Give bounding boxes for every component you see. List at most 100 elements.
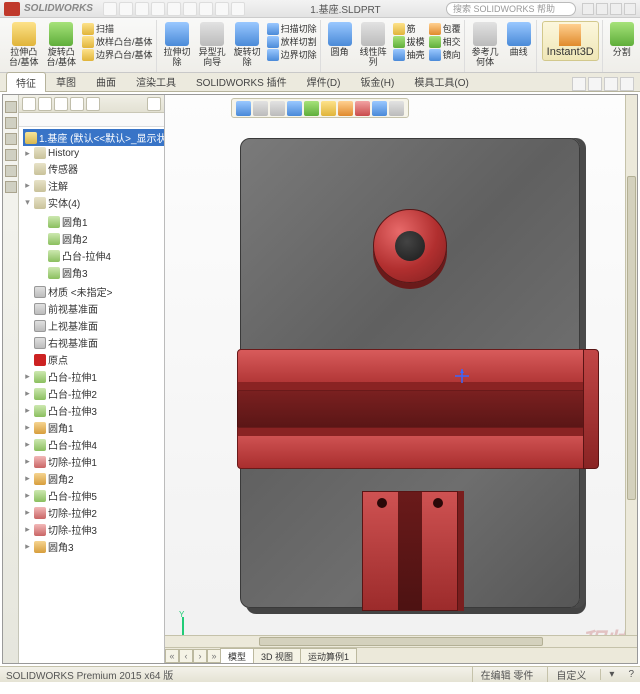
tree-sensors-node[interactable]: 传感器 bbox=[23, 160, 164, 177]
section-view-icon[interactable] bbox=[287, 101, 302, 116]
status-help-icon[interactable]: ? bbox=[628, 669, 634, 680]
display-style-icon[interactable] bbox=[321, 101, 336, 116]
tree-body-item[interactable]: 凸台-拉伸4 bbox=[37, 247, 164, 264]
qat-undo-icon[interactable] bbox=[167, 2, 181, 16]
qat-rebuild-icon[interactable] bbox=[199, 2, 213, 16]
tile-windows-icon[interactable] bbox=[572, 77, 586, 91]
cmd-tab-4[interactable]: SOLIDWORKS 插件 bbox=[186, 71, 297, 91]
tree-feature-node[interactable]: ▸圆角1 bbox=[23, 419, 164, 436]
manager-pane-dropdown-icon[interactable] bbox=[147, 97, 161, 111]
linear-pattern-button[interactable]: 线性阵 列 bbox=[358, 21, 389, 68]
revolve-cut-button[interactable]: 旋转切 除 bbox=[232, 21, 263, 68]
curves-button[interactable]: 曲线 bbox=[505, 21, 533, 68]
tree-plane-right[interactable]: 右视基准面 bbox=[23, 334, 164, 351]
graphics-viewport[interactable]: Y X Z 程帅 « ‹ › » 模型3D 视图运动算例1 bbox=[165, 95, 637, 663]
scrollbar-thumb[interactable] bbox=[259, 637, 542, 646]
hide-show-icon[interactable] bbox=[338, 101, 353, 116]
split-button[interactable]: 分割 bbox=[608, 21, 636, 68]
qat-print-icon[interactable] bbox=[151, 2, 165, 16]
cmd-tab-7[interactable]: 模具工具(O) bbox=[404, 71, 478, 91]
close-doc-icon[interactable] bbox=[620, 77, 634, 91]
scrollbar-thumb[interactable] bbox=[627, 176, 636, 500]
collapse-ribbon-icon[interactable] bbox=[604, 77, 618, 91]
tree-annotations-node[interactable]: ▸注解 bbox=[23, 177, 164, 194]
revolve-boss-button[interactable]: 旋转凸 台/基体 bbox=[45, 21, 79, 68]
tree-feature-node[interactable]: ▸圆角2 bbox=[23, 470, 164, 487]
tree-feature-node[interactable]: ▸凸台-拉伸2 bbox=[23, 385, 164, 402]
extrude-boss-button[interactable]: 拉伸凸 台/基体 bbox=[7, 21, 41, 68]
close-icon[interactable] bbox=[624, 3, 636, 15]
sweep-cut-button[interactable]: 扫描切除 bbox=[267, 23, 317, 35]
instant3d-toggle[interactable]: Instant3D bbox=[542, 21, 599, 61]
taskpane-resources-icon[interactable] bbox=[5, 101, 17, 113]
rib-button[interactable]: 筋 bbox=[393, 23, 425, 35]
tree-feature-node[interactable]: ▸切除-拉伸1 bbox=[23, 453, 164, 470]
taskpane-design-library-icon[interactable] bbox=[5, 117, 17, 129]
tree-filter-bar[interactable] bbox=[19, 113, 164, 127]
previous-view-icon[interactable] bbox=[270, 101, 285, 116]
feature-manager-tab-icon[interactable] bbox=[22, 97, 36, 111]
tab-nav-first-icon[interactable]: « bbox=[165, 649, 179, 663]
minimize-icon[interactable] bbox=[596, 3, 608, 15]
tree-body-item[interactable]: 圆角2 bbox=[37, 230, 164, 247]
sweep-button[interactable]: 扫描 bbox=[82, 23, 153, 35]
edit-appearance-icon[interactable] bbox=[355, 101, 370, 116]
tree-feature-node[interactable]: ▸凸台-拉伸1 bbox=[23, 368, 164, 385]
viewport-tab-2[interactable]: 运动算例1 bbox=[300, 648, 357, 664]
viewport-tab-0[interactable]: 模型 bbox=[220, 648, 254, 664]
zoom-fit-icon[interactable] bbox=[236, 101, 251, 116]
tree-bodies-node[interactable]: ▾实体(4) bbox=[23, 194, 164, 211]
shell-button[interactable]: 抽壳 bbox=[393, 49, 425, 61]
cmd-tab-5[interactable]: 焊件(D) bbox=[297, 71, 351, 91]
intersect-button[interactable]: 相交 bbox=[429, 36, 461, 48]
horizontal-scrollbar[interactable] bbox=[165, 635, 637, 647]
tree-root-node[interactable]: 1.基座 (默认<<默认>_显示状态 1 bbox=[23, 129, 164, 146]
qat-save-icon[interactable] bbox=[135, 2, 149, 16]
tree-feature-node[interactable]: ▸凸台-拉伸4 bbox=[23, 436, 164, 453]
tree-feature-node[interactable]: ▸凸台-拉伸5 bbox=[23, 487, 164, 504]
tree-plane-top[interactable]: 上视基准面 bbox=[23, 317, 164, 334]
status-units-icon[interactable]: ▾ bbox=[600, 669, 614, 680]
qat-options-icon[interactable] bbox=[215, 2, 229, 16]
tree-body-item[interactable]: 圆角1 bbox=[37, 213, 164, 230]
tab-nav-next-icon[interactable]: › bbox=[193, 649, 207, 663]
boundary-button[interactable]: 边界凸台/基体 bbox=[82, 49, 153, 61]
tree-origin-node[interactable]: 原点 bbox=[23, 351, 164, 368]
maximize-icon[interactable] bbox=[610, 3, 622, 15]
help-icon[interactable] bbox=[582, 3, 594, 15]
search-input[interactable]: 搜索 SOLIDWORKS 帮助 bbox=[446, 2, 576, 16]
loft-cut-button[interactable]: 放样切割 bbox=[267, 36, 317, 48]
cmd-tab-0[interactable]: 特征 bbox=[6, 72, 46, 92]
taskpane-view-palette-icon[interactable] bbox=[5, 149, 17, 161]
extrude-cut-button[interactable]: 拉伸切 除 bbox=[162, 21, 193, 68]
cmd-tab-2[interactable]: 曲面 bbox=[86, 71, 126, 91]
fillet-button[interactable]: 圆角 bbox=[326, 21, 354, 68]
taskpane-custom-props-icon[interactable] bbox=[5, 181, 17, 193]
tree-feature-node[interactable]: ▸切除-拉伸2 bbox=[23, 504, 164, 521]
property-manager-tab-icon[interactable] bbox=[38, 97, 52, 111]
boundary-cut-button[interactable]: 边界切除 bbox=[267, 49, 317, 61]
status-custom[interactable]: 自定义 bbox=[547, 667, 586, 682]
wrap-button[interactable]: 包覆 bbox=[429, 23, 461, 35]
ref-geometry-button[interactable]: 参考几 何体 bbox=[470, 21, 501, 68]
tab-nav-last-icon[interactable]: » bbox=[207, 649, 221, 663]
mirror-button[interactable]: 镜向 bbox=[429, 49, 461, 61]
tree-body-item[interactable]: 圆角3 bbox=[37, 264, 164, 281]
display-manager-tab-icon[interactable] bbox=[86, 97, 100, 111]
tree-history-node[interactable]: ▸History bbox=[23, 146, 164, 160]
configuration-manager-tab-icon[interactable] bbox=[54, 97, 68, 111]
qat-redo-icon[interactable] bbox=[183, 2, 197, 16]
tree-feature-node[interactable]: ▸圆角3 bbox=[23, 538, 164, 555]
tab-nav-prev-icon[interactable]: ‹ bbox=[179, 649, 193, 663]
view-settings-icon[interactable] bbox=[389, 101, 404, 116]
zoom-area-icon[interactable] bbox=[253, 101, 268, 116]
qat-open-icon[interactable] bbox=[119, 2, 133, 16]
taskpane-file-explorer-icon[interactable] bbox=[5, 133, 17, 145]
cmd-tab-6[interactable]: 钣金(H) bbox=[350, 71, 404, 91]
view-orientation-icon[interactable] bbox=[304, 101, 319, 116]
draft-button[interactable]: 拔模 bbox=[393, 36, 425, 48]
taskpane-appearances-icon[interactable] bbox=[5, 165, 17, 177]
loft-button[interactable]: 放样凸台/基体 bbox=[82, 36, 153, 48]
cmd-tab-1[interactable]: 草图 bbox=[46, 71, 86, 91]
viewport-tab-1[interactable]: 3D 视图 bbox=[253, 648, 301, 664]
